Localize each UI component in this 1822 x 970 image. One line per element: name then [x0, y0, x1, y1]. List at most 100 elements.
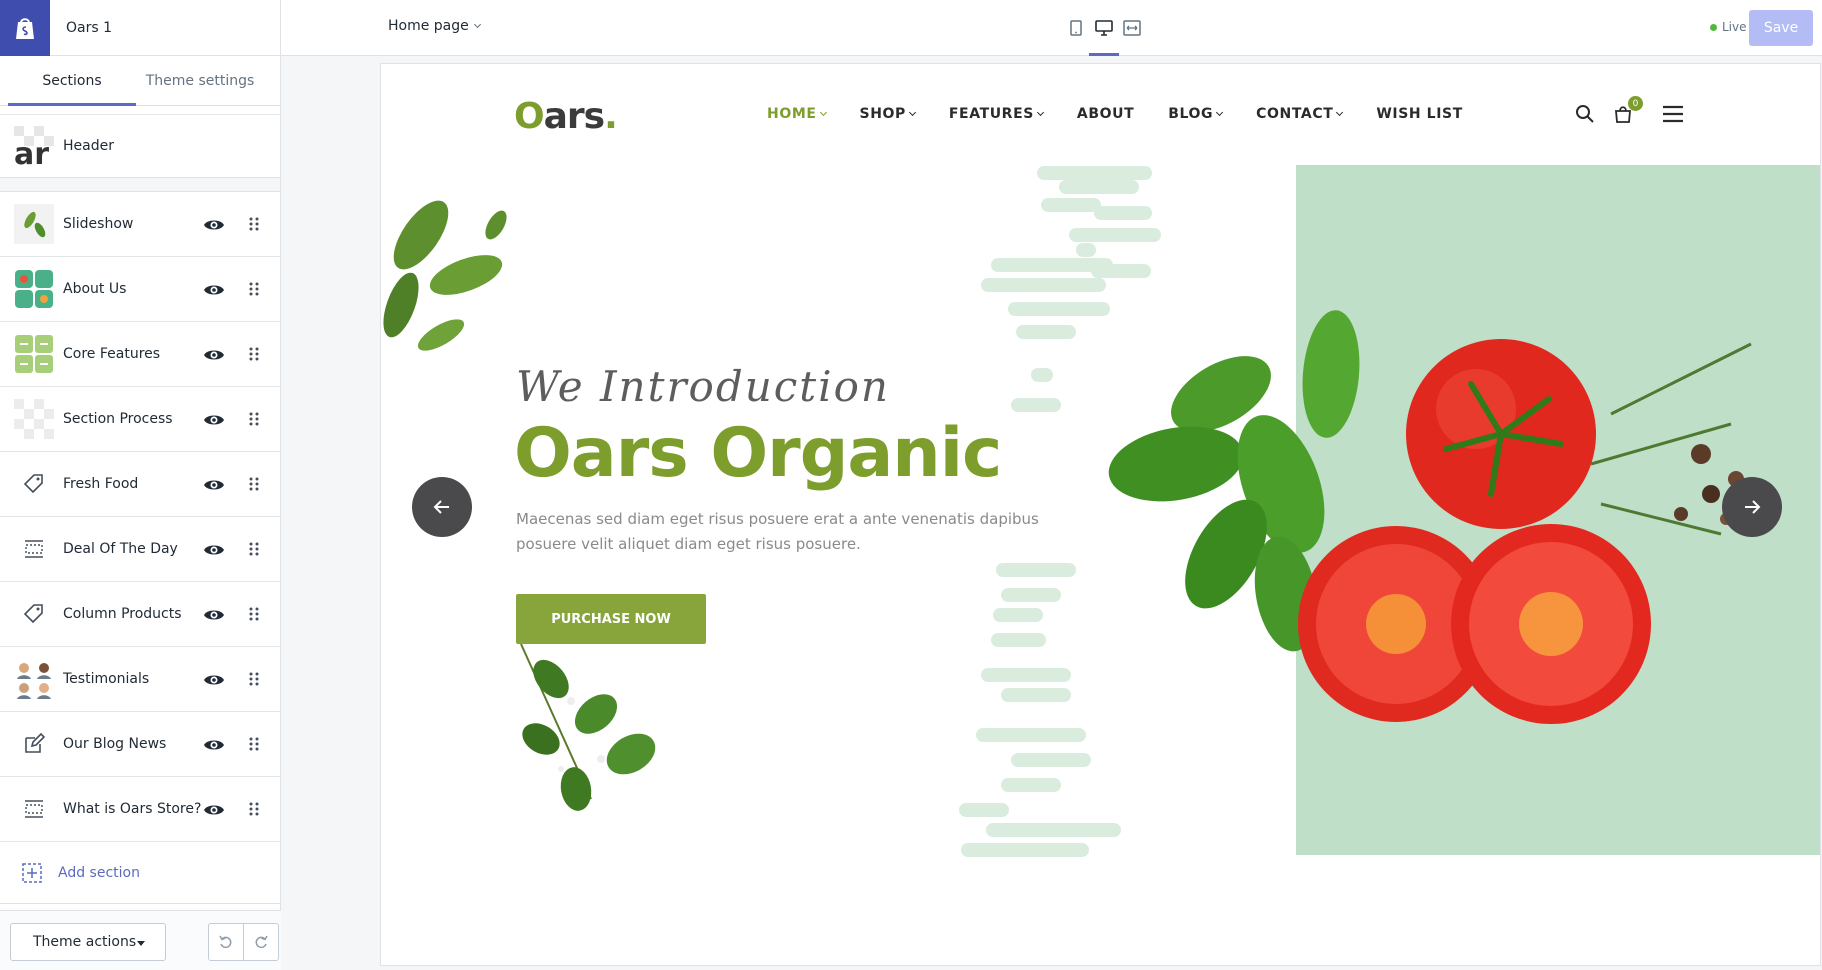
cart-button[interactable]: 0 — [1609, 96, 1643, 128]
drag-handle-icon[interactable] — [248, 801, 260, 817]
header-thumb-icon: ar — [14, 126, 54, 166]
slide-next-button[interactable] — [1722, 477, 1782, 537]
section-row-header[interactable]: ar Header — [0, 114, 280, 178]
search-icon — [1576, 105, 1594, 123]
desktop-view-button[interactable] — [1089, 10, 1119, 56]
eye-icon[interactable] — [203, 214, 225, 236]
section-row[interactable]: Section Process — [0, 387, 280, 452]
section-label-header: Header — [63, 138, 114, 154]
eye-icon[interactable] — [203, 604, 225, 626]
drag-handle-icon[interactable] — [248, 411, 260, 427]
nav-item-features[interactable]: FEATURES — [948, 106, 1044, 122]
cart-count-badge: 0 — [1628, 96, 1643, 111]
drag-handle-icon[interactable] — [248, 736, 260, 752]
drag-handle-icon[interactable] — [248, 281, 260, 297]
hero-stripe — [1059, 180, 1139, 194]
section-row[interactable]: Slideshow — [0, 192, 280, 257]
eye-icon[interactable] — [203, 409, 225, 431]
drag-handle-icon[interactable] — [248, 671, 260, 687]
nav-item-home[interactable]: HOME — [767, 106, 827, 122]
eye-icon[interactable] — [203, 669, 225, 691]
search-button[interactable] — [1571, 100, 1599, 128]
chevron-down-icon — [908, 108, 916, 116]
slide-prev-button[interactable] — [412, 477, 472, 537]
menu-button[interactable] — [1659, 100, 1687, 128]
nav-item-about[interactable]: ABOUT — [1077, 106, 1134, 122]
chevron-down-icon — [1216, 108, 1224, 116]
drag-handle-icon[interactable] — [248, 346, 260, 362]
undo-button[interactable] — [208, 923, 244, 961]
section-row[interactable]: Deal Of The Day — [0, 517, 280, 582]
eye-icon[interactable] — [203, 539, 225, 561]
nav-label: CONTACT — [1256, 106, 1334, 122]
shopify-logo-icon[interactable] — [0, 0, 50, 56]
hero-eyebrow: We Introduction — [516, 362, 890, 411]
section-row[interactable]: Core Features — [0, 322, 280, 387]
eye-icon[interactable] — [203, 344, 225, 366]
chevron-down-icon — [473, 20, 481, 28]
nav-item-contact[interactable]: CONTACT — [1256, 106, 1344, 122]
nav-item-blog[interactable]: BLOG — [1168, 106, 1224, 122]
hero-stripe — [1091, 264, 1151, 278]
hero-stripe — [1016, 325, 1076, 339]
nav-item-wish-list[interactable]: WISH LIST — [1376, 106, 1463, 122]
purchase-now-button[interactable]: PURCHASE NOW — [516, 594, 706, 644]
store-bar: Oars 1 — [0, 0, 280, 56]
tab-theme-settings[interactable]: Theme settings — [136, 56, 264, 105]
transparent-thumb-icon — [14, 399, 54, 439]
mobile-view-button[interactable] — [1061, 10, 1091, 46]
nav-label: FEATURES — [948, 106, 1034, 122]
divider — [0, 178, 280, 192]
hero-stripe — [1011, 398, 1061, 412]
save-button[interactable]: Save — [1749, 10, 1813, 46]
desktop-icon — [1095, 20, 1113, 36]
fullwidth-view-button[interactable] — [1117, 10, 1147, 46]
hero-stripe — [976, 728, 1086, 742]
mint-sprig-image — [520, 643, 656, 811]
about-thumb-icon — [14, 269, 54, 309]
theme-actions-button[interactable]: Theme actions — [10, 923, 166, 961]
section-row[interactable]: Column Products — [0, 582, 280, 647]
redo-button[interactable] — [243, 923, 279, 961]
drag-handle-icon[interactable] — [248, 541, 260, 557]
drag-handle-icon[interactable] — [248, 606, 260, 622]
add-section-label: Add section — [58, 864, 140, 881]
header-icons: 0 — [1571, 96, 1697, 128]
drag-handle-icon[interactable] — [248, 216, 260, 232]
section-row[interactable]: What is Oars Store? — [0, 777, 280, 842]
nav-label: SHOP — [859, 106, 906, 122]
sidebar-footer: Theme actions — [0, 910, 281, 970]
logo-o: O — [514, 95, 545, 137]
herb-leaves-image — [383, 200, 507, 351]
add-section-button[interactable]: Add section — [0, 842, 280, 904]
section-row[interactable]: About Us — [0, 257, 280, 322]
eye-icon[interactable] — [203, 474, 225, 496]
hero-stripe — [991, 633, 1046, 647]
undo-icon — [219, 935, 232, 949]
section-row[interactable]: Our Blog News — [0, 712, 280, 777]
eye-icon[interactable] — [203, 799, 225, 821]
redo-icon — [255, 935, 268, 949]
testimonials-thumb-icon — [14, 659, 54, 699]
chevron-down-icon — [1336, 108, 1344, 116]
nav-item-shop[interactable]: SHOP — [859, 106, 916, 122]
eye-icon[interactable] — [203, 279, 225, 301]
drag-handle-icon[interactable] — [248, 476, 260, 492]
hero-title: Oars Organic — [514, 414, 1002, 493]
chevron-down-icon — [819, 108, 827, 116]
hero-stripe — [959, 803, 1009, 817]
tag-icon — [14, 594, 54, 634]
layout-icon — [14, 529, 54, 569]
page-selector[interactable]: Home page — [388, 18, 481, 34]
nav-label: HOME — [767, 106, 817, 122]
eye-icon[interactable] — [203, 734, 225, 756]
hero-stripe — [996, 563, 1076, 577]
site-logo[interactable]: Oars. — [514, 94, 618, 138]
sidebar: Oars 1 Sections Theme settings ar Header… — [0, 0, 281, 970]
section-row[interactable]: Testimonials — [0, 647, 280, 712]
hero-stripe — [1001, 688, 1071, 702]
logo-dot: . — [604, 95, 618, 137]
hero-stripe — [1001, 588, 1061, 602]
section-row[interactable]: Fresh Food — [0, 452, 280, 517]
tab-sections[interactable]: Sections — [8, 56, 136, 106]
